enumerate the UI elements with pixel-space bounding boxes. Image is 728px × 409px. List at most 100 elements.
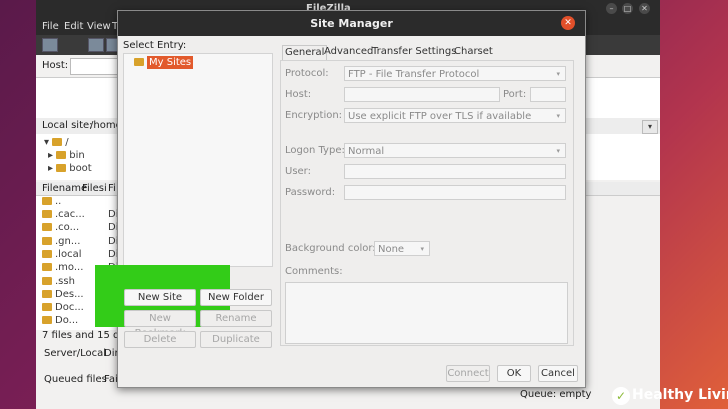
tree-item-label: bin xyxy=(69,150,85,161)
menu-view[interactable]: View xyxy=(87,21,111,32)
file-row[interactable]: Doc...Di xyxy=(42,302,118,315)
column-server-local[interactable]: Server/Local xyxy=(44,348,106,359)
site-manager-icon[interactable] xyxy=(42,38,58,52)
host-label: Host: xyxy=(285,89,312,100)
expander-icon[interactable]: ▸ xyxy=(48,163,53,174)
site-manager-dialog: Site Manager ✕ Select Entry: My Sites Ne… xyxy=(95,10,586,388)
queue-status: Queue: empty xyxy=(520,389,592,400)
expander-icon[interactable]: ▸ xyxy=(48,150,53,161)
host-label: Host: xyxy=(42,60,69,71)
file-row[interactable]: .. xyxy=(42,196,61,209)
protocol-label: Protocol: xyxy=(285,68,329,79)
tab-queued-files[interactable]: Queued files xyxy=(44,374,107,385)
folder-icon xyxy=(42,303,52,311)
dialog-title: Site Manager xyxy=(310,17,393,30)
tree-item-label: My Sites xyxy=(147,56,194,69)
chevron-down-icon: ▾ xyxy=(556,70,560,78)
queue-tabs: Queued files Fai xyxy=(36,372,118,388)
queue-header: Server/Local Dir xyxy=(36,346,119,360)
logon-type-select[interactable]: Normal ▾ xyxy=(344,143,566,158)
folder-icon xyxy=(42,237,52,245)
password-label: Password: xyxy=(285,187,336,198)
folder-icon xyxy=(42,316,52,324)
user-input[interactable] xyxy=(344,164,566,179)
chevron-down-icon: ▾ xyxy=(556,147,560,155)
tree-item-label: / xyxy=(65,137,69,148)
site-manager-titlebar: Site Manager ✕ xyxy=(118,11,585,36)
folder-icon xyxy=(42,277,52,285)
folder-icon xyxy=(56,164,67,172)
new-site-button[interactable]: New Site xyxy=(124,289,196,306)
tab-failed-transfers[interactable]: Fai xyxy=(104,374,118,385)
tab-transfer-settings[interactable]: Transfer Settings xyxy=(370,45,458,59)
maximize-icon[interactable]: □ xyxy=(622,3,633,14)
new-folder-button[interactable]: New Folder xyxy=(200,289,272,306)
folder-icon xyxy=(42,290,52,298)
folder-icon xyxy=(42,250,52,258)
host-input[interactable] xyxy=(344,87,500,102)
settings-tabs: General Advanced Transfer Settings Chars… xyxy=(280,45,580,60)
local-status-text: 7 files and 15 dire xyxy=(42,330,133,341)
chevron-down-icon[interactable]: ▾ xyxy=(642,120,658,134)
new-bookmark-button[interactable]: New Bookmark xyxy=(124,310,196,339)
folder-icon xyxy=(56,151,67,159)
folder-icon xyxy=(42,263,52,271)
expander-icon[interactable]: ▾ xyxy=(44,137,49,148)
file-row[interactable]: Des...Di xyxy=(42,289,118,302)
folder-icon xyxy=(134,58,144,66)
minimize-icon[interactable]: – xyxy=(606,3,617,14)
logon-type-label: Logon Type: xyxy=(285,145,345,156)
file-row[interactable]: .gn... Di xyxy=(42,236,118,249)
column-filesize[interactable]: Filesi xyxy=(82,183,107,194)
delete-button[interactable]: Delete xyxy=(124,331,196,348)
tree-item-bin[interactable]: ▸ bin xyxy=(48,149,85,162)
select-entry-label: Select Entry: xyxy=(123,40,187,51)
menu-file[interactable]: File xyxy=(42,21,59,32)
folder-icon xyxy=(42,223,52,231)
tab-general[interactable]: General xyxy=(282,45,328,60)
close-icon[interactable]: ✕ xyxy=(561,16,575,30)
folder-icon xyxy=(42,197,52,205)
column-filename[interactable]: Filename xyxy=(42,183,87,194)
watermark: ✓ Healthy Living xyxy=(612,384,728,409)
site-tree: My Sites xyxy=(123,53,273,267)
watermark-text: Healthy Living xyxy=(632,387,728,403)
menu-edit[interactable]: Edit xyxy=(64,21,83,32)
tab-charset[interactable]: Charset xyxy=(452,45,495,59)
tree-item-my-sites[interactable]: My Sites xyxy=(134,56,194,69)
tab-advanced[interactable]: Advanced xyxy=(322,45,375,59)
comments-label: Comments: xyxy=(285,266,343,277)
port-label: Port: xyxy=(503,89,527,100)
encryption-select[interactable]: Use explicit FTP over TLS if available ▾ xyxy=(344,108,566,123)
file-row[interactable]: Do...Di xyxy=(42,315,118,328)
tree-item-boot[interactable]: ▸ boot xyxy=(48,162,92,175)
close-window-icon[interactable]: ✕ xyxy=(639,3,650,14)
cancel-button[interactable]: Cancel xyxy=(538,365,578,382)
file-row[interactable]: .co... Di xyxy=(42,222,118,235)
port-input[interactable] xyxy=(530,87,566,102)
ok-button[interactable]: OK xyxy=(497,365,531,382)
connect-button[interactable]: Connect xyxy=(446,365,490,382)
wikihow-icon: ✓ xyxy=(612,387,630,405)
column-filetype[interactable]: Fi xyxy=(108,183,116,194)
general-panel: Protocol: FTP - File Transfer Protocol ▾ … xyxy=(280,60,574,346)
background-color-select[interactable]: None ▾ xyxy=(374,241,430,256)
file-row[interactable]: .cac... Di xyxy=(42,209,118,222)
file-row[interactable]: .mo...Di xyxy=(42,262,118,275)
tree-item-root[interactable]: ▾ / xyxy=(44,136,69,149)
toggle-log-icon[interactable] xyxy=(88,38,104,52)
file-row[interactable]: .sshDi xyxy=(42,276,118,289)
chevron-down-icon: ▾ xyxy=(420,245,424,253)
tree-item-label: boot xyxy=(69,163,92,174)
password-input[interactable] xyxy=(344,185,566,200)
local-site-label: Local site: xyxy=(42,120,93,131)
duplicate-button[interactable]: Duplicate xyxy=(200,331,272,348)
file-row[interactable]: .local Di xyxy=(42,249,118,262)
comments-textarea[interactable] xyxy=(285,282,568,344)
encryption-label: Encryption: xyxy=(285,110,343,121)
chevron-down-icon: ▾ xyxy=(556,112,560,120)
rename-button[interactable]: Rename xyxy=(200,310,272,327)
folder-icon xyxy=(42,210,52,218)
protocol-select[interactable]: FTP - File Transfer Protocol ▾ xyxy=(344,66,566,81)
folder-icon xyxy=(52,138,63,146)
